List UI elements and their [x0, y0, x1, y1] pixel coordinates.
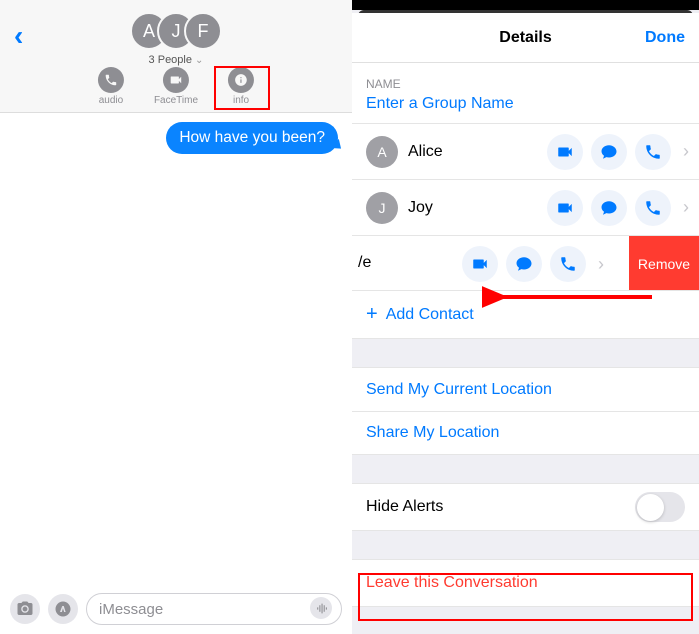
- contact-name: Alice: [408, 143, 547, 161]
- message-input[interactable]: iMessage: [86, 593, 342, 625]
- chevron-right-icon: ›: [598, 254, 604, 275]
- message-button[interactable]: [506, 246, 542, 282]
- section-gap: [352, 531, 699, 559]
- phone-icon: [98, 67, 124, 93]
- video-icon: [471, 255, 489, 273]
- annotation-arrow: [482, 283, 662, 313]
- call-button[interactable]: [635, 190, 671, 226]
- group-name-input[interactable]: Enter a Group Name: [352, 95, 699, 123]
- message-button[interactable]: [591, 190, 627, 226]
- chat-icon: [600, 143, 618, 161]
- status-gap: [352, 0, 699, 10]
- compose-bar: iMessage: [0, 588, 352, 630]
- video-call-button[interactable]: [547, 190, 583, 226]
- video-icon: [163, 67, 189, 93]
- facetime-button[interactable]: FaceTime: [154, 67, 198, 106]
- video-icon: [556, 143, 574, 161]
- swiped-name-visible: /e: [358, 254, 371, 272]
- audio-button[interactable]: audio: [98, 67, 124, 106]
- phone-icon: [644, 143, 662, 161]
- sent-message[interactable]: How have you been?: [166, 122, 338, 154]
- camera-icon: [16, 600, 34, 618]
- contact-name: Joy: [408, 199, 547, 217]
- avatar: J: [366, 192, 398, 224]
- plus-icon: +: [366, 303, 378, 326]
- app-store-button[interactable]: [48, 594, 78, 624]
- phone-icon: [644, 199, 662, 217]
- avatar: A: [366, 136, 398, 168]
- done-button[interactable]: Done: [645, 29, 685, 47]
- annotation-highlight: [358, 573, 693, 621]
- name-section-label: NAME: [352, 63, 699, 95]
- contact-row[interactable]: A Alice ›: [352, 123, 699, 179]
- video-call-button[interactable]: [547, 134, 583, 170]
- message-button[interactable]: [591, 134, 627, 170]
- phone-icon: [559, 255, 577, 273]
- annotation-highlight: [214, 66, 270, 110]
- waveform-icon: [315, 602, 328, 615]
- camera-button[interactable]: [10, 594, 40, 624]
- section-gap: [352, 339, 699, 367]
- group-avatars[interactable]: A J F: [130, 12, 222, 50]
- call-button[interactable]: [550, 246, 586, 282]
- contact-row[interactable]: J Joy ›: [352, 179, 699, 235]
- hide-alerts-row: Hide Alerts: [352, 483, 699, 531]
- section-gap: [352, 455, 699, 483]
- chat-icon: [600, 199, 618, 217]
- page-title: Details: [499, 29, 551, 47]
- call-button[interactable]: [635, 134, 671, 170]
- hide-alerts-label: Hide Alerts: [366, 498, 443, 516]
- video-icon: [556, 199, 574, 217]
- conversation-header: ‹ A J F 3 People ⌄ audio FaceTime: [0, 0, 352, 113]
- chevron-right-icon: ›: [683, 141, 689, 162]
- chevron-right-icon: ›: [683, 197, 689, 218]
- avatar: F: [184, 12, 222, 50]
- send-location-button[interactable]: Send My Current Location: [352, 367, 699, 411]
- input-placeholder: iMessage: [99, 601, 163, 618]
- hide-alerts-toggle[interactable]: [635, 492, 685, 522]
- video-call-button[interactable]: [462, 246, 498, 282]
- people-count[interactable]: 3 People ⌄: [149, 54, 204, 66]
- back-button[interactable]: ‹: [14, 20, 23, 52]
- appstore-icon: [54, 600, 72, 618]
- voice-record-button[interactable]: [310, 597, 332, 619]
- details-header: Details Done: [352, 13, 699, 63]
- share-location-button[interactable]: Share My Location: [352, 411, 699, 455]
- chat-icon: [515, 255, 533, 273]
